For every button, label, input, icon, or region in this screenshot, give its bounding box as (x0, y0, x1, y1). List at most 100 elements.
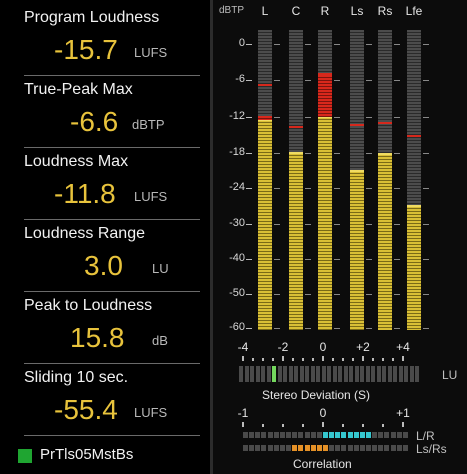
correlation-lr-segment (286, 432, 292, 438)
correlation-lsrs-segment (335, 445, 341, 451)
correlation-lr-segment (384, 432, 390, 438)
correlation-lsrs-segment (310, 445, 316, 451)
deviation-segment (288, 366, 293, 382)
scale-gridline-tick (423, 224, 429, 225)
scale-gridline-tick (334, 328, 340, 329)
metric-value: -15.7 (54, 34, 118, 65)
scale-gridline-tick (305, 153, 311, 154)
deviation-segment (266, 366, 271, 382)
metric-loudness-range: Loudness Range 3.0 LU (14, 220, 200, 292)
scale-gridline-tick (423, 44, 429, 45)
correlation-title: Correlation (293, 457, 352, 471)
deviation-segment (360, 366, 364, 382)
scale-gridline-tick (366, 44, 372, 45)
level-fill (350, 170, 364, 330)
scale-gridline-tick (334, 224, 340, 225)
deviation-tick (312, 358, 314, 361)
deviation-segment (244, 366, 249, 382)
level-fill (378, 154, 392, 330)
scale-gridline-tick (423, 328, 429, 329)
correlation-lsrs-segment (329, 445, 335, 451)
channel-label-ls: Ls (350, 4, 364, 18)
scale-gridline-tick (334, 188, 340, 189)
deviation-segment (261, 366, 265, 382)
correlation-tick (302, 424, 304, 427)
level-fill (407, 206, 421, 330)
correlation-lr-segment (335, 432, 341, 438)
deviation-segment (321, 366, 326, 382)
channel-label-rs: Rs (377, 4, 393, 18)
scale-tick (246, 328, 252, 329)
deviation-tick (352, 358, 354, 361)
scale-label: -40 (229, 252, 245, 264)
scale-gridline-tick (334, 294, 340, 295)
correlation-lsrs-segment (402, 445, 408, 451)
deviation-segment (294, 366, 298, 382)
correlation-lsrs-segment (353, 445, 359, 451)
correlation-lsrs-segment (304, 445, 310, 451)
deviation-segment (349, 366, 353, 382)
scale-label: -60 (229, 321, 245, 333)
scale-gridline-tick (366, 328, 372, 329)
correlation-tick (362, 424, 364, 427)
deviation-tick-label: +2 (356, 340, 370, 354)
deviation-segment (255, 366, 260, 382)
level-meter-lfe (407, 30, 421, 330)
level-hold-marker (289, 152, 303, 154)
metric-value: -6.6 (70, 106, 119, 137)
correlation-lr-segment (249, 432, 255, 438)
metric-label: Program Loudness (24, 9, 160, 26)
deviation-segment (398, 366, 403, 382)
correlation-lr-segment (402, 432, 408, 438)
scale-gridline-tick (423, 259, 429, 260)
correlation-lr-segment (390, 432, 396, 438)
over-level-fill (318, 75, 332, 117)
scale-gridline-tick (394, 44, 400, 45)
scale-gridline-tick (274, 259, 280, 260)
scale-tick (246, 80, 252, 81)
scale-gridline-tick (366, 188, 372, 189)
level-hold-marker (407, 205, 421, 207)
scale-gridline-tick (334, 44, 340, 45)
loudness-readout-panel: Program Loudness -15.7 LUFS True-Peak Ma… (0, 0, 210, 474)
preset-color-swatch (18, 449, 32, 463)
scale-tick (246, 294, 252, 295)
scale-gridline-tick (305, 259, 311, 260)
deviation-tick (292, 358, 294, 361)
correlation-tick (282, 424, 284, 427)
deviation-tick (332, 358, 334, 361)
level-hold-marker (350, 169, 364, 172)
deviation-segment (376, 366, 381, 382)
metric-loudness-max: Loudness Max -11.8 LUFS (14, 148, 200, 220)
deviation-segment (393, 366, 397, 382)
metric-label: Loudness Max (24, 153, 129, 170)
metric-program-loudness: Program Loudness -15.7 LUFS (14, 4, 200, 76)
metric-value: 3.0 (84, 250, 123, 281)
correlation-lr-segment (353, 432, 359, 438)
channel-label-r: R (320, 4, 330, 18)
correlation-lr-segment (316, 432, 322, 438)
correlation-lsrs-segment (390, 445, 396, 451)
correlation-tick (262, 424, 264, 427)
correlation-lr-segment (310, 432, 316, 438)
correlation-lr-segment (341, 432, 347, 438)
deviation-segment (415, 366, 419, 382)
scale-label: -12 (229, 110, 245, 122)
correlation-lr-segment (273, 432, 279, 438)
correlation-lr-segment (255, 432, 261, 438)
deviation-tick (252, 358, 254, 361)
scale-gridline-tick (366, 294, 372, 295)
correlation-lr-segment (366, 432, 371, 438)
deviation-segment (404, 366, 408, 382)
correlation-lsrs-segment (273, 445, 279, 451)
scale-gridline-tick (305, 80, 311, 81)
deviation-segment (409, 366, 414, 382)
channel-label-c: C (291, 4, 301, 18)
scale-gridline-tick (423, 188, 429, 189)
correlation-lsrs-segment (384, 445, 390, 451)
scale-tick (246, 153, 252, 154)
scale-label: -24 (229, 181, 245, 193)
metric-unit: dB (152, 333, 168, 348)
scale-gridline-tick (274, 294, 280, 295)
scale-gridline-tick (423, 117, 429, 118)
